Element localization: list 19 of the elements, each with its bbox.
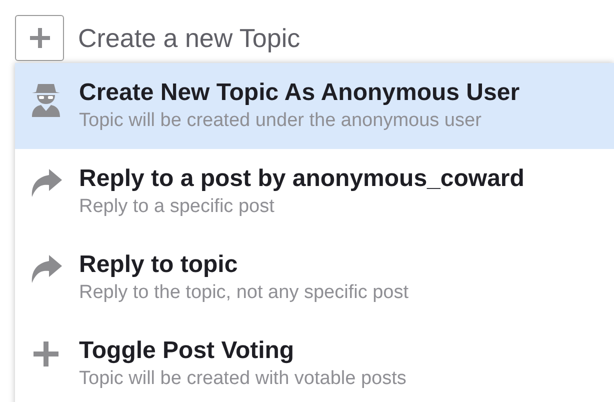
add-button[interactable]	[15, 15, 64, 61]
plus-icon	[28, 26, 52, 50]
menu-item-title: Reply to a post by anonymous_coward	[79, 164, 524, 194]
menu-item[interactable]: Reply to topic Reply to the topic, not any specific post	[15, 235, 614, 321]
share-arrow-icon	[29, 253, 63, 285]
create-topic-label: Create a new Topic	[78, 22, 300, 54]
menu-item[interactable]: Create New Topic As Anonymous User Topic will be created under the anonymous user	[15, 63, 614, 149]
share-arrow-icon	[29, 167, 63, 199]
menu-item[interactable]: Toggle Post Voting Topic will be created with votable posts	[15, 321, 614, 402]
menu-item-description: Reply to the topic, not any specific post	[79, 281, 409, 305]
menu-item-description: Topic will be created with votable posts	[79, 367, 406, 391]
menu-item-title: Create New Topic As Anonymous User	[79, 78, 520, 108]
menu-item[interactable]: Reply to a post by anonymous_coward Reply to a specific post	[15, 149, 614, 235]
menu-item-description: Topic will be created under the anonymous user	[79, 109, 482, 133]
menu-item-title: Toggle Post Voting	[79, 336, 296, 366]
menu-item-title: Reply to topic	[79, 250, 239, 280]
spy-icon	[30, 81, 62, 117]
plus-icon	[31, 339, 61, 369]
menu-item-description: Reply to a specific post	[79, 195, 276, 219]
